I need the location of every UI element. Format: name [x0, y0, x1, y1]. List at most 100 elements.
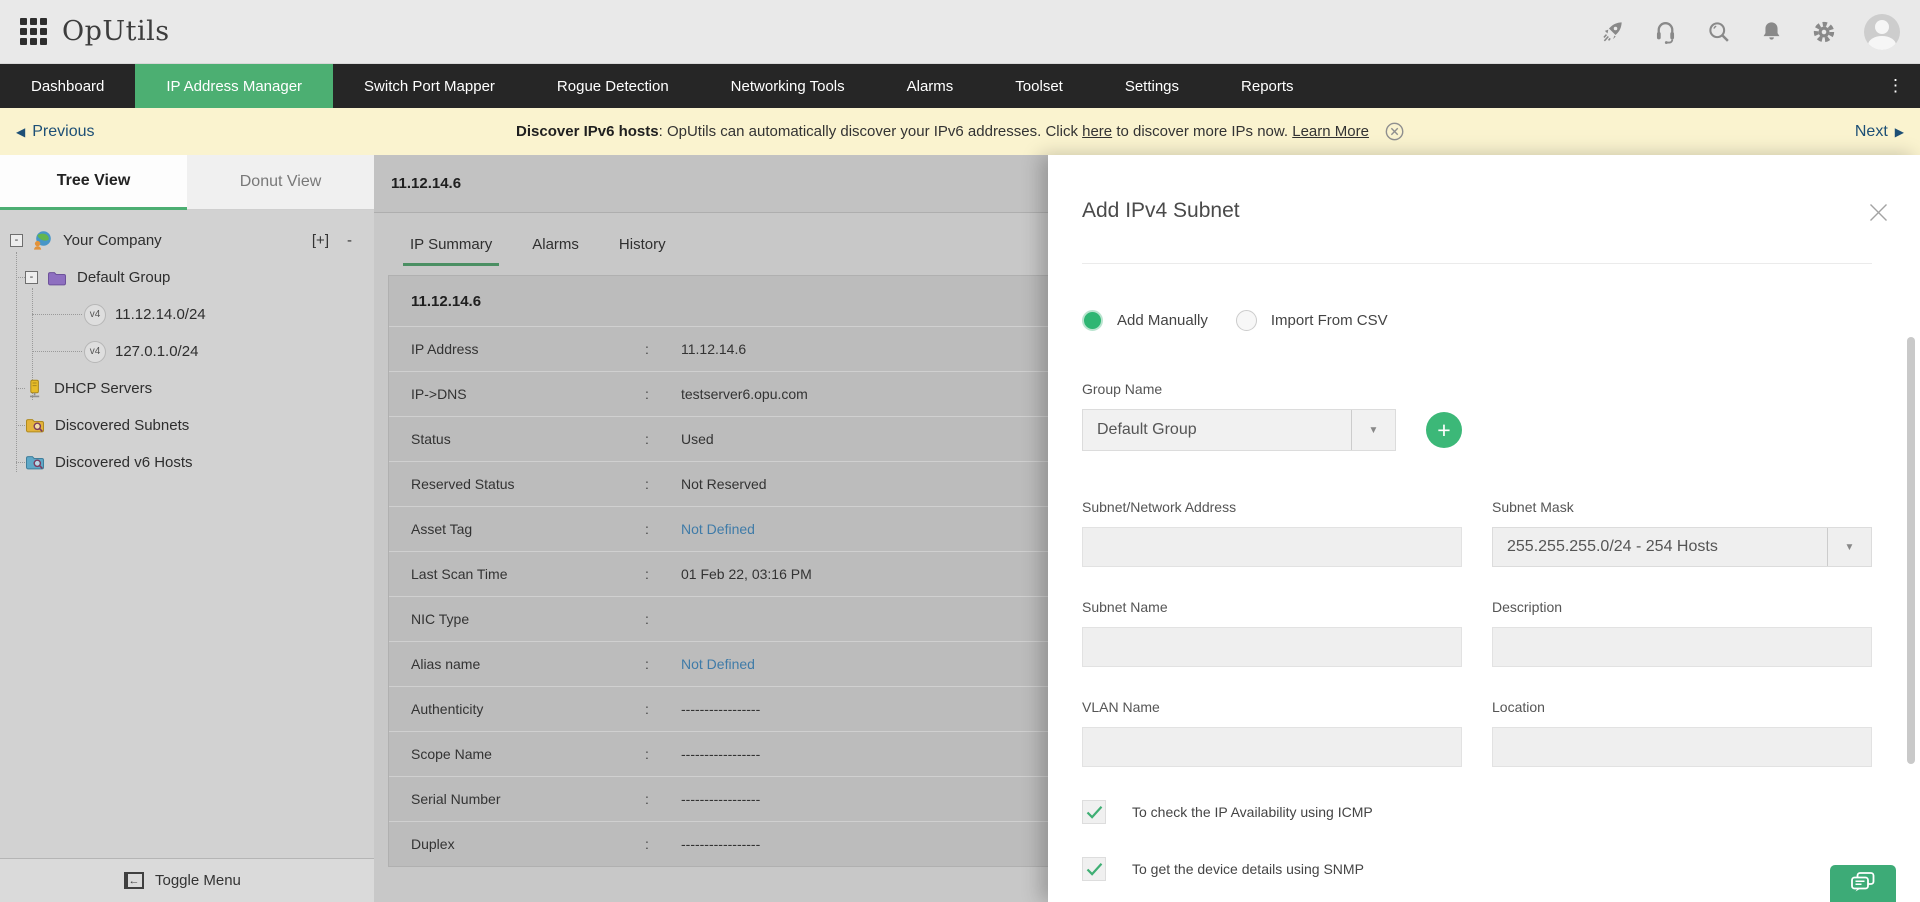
- next-button[interactable]: Next ▶: [1855, 108, 1904, 155]
- ipv6-discovery-banner: ◀ Previous Discover IPv6 hosts: OpUtils …: [0, 108, 1920, 155]
- tab-history[interactable]: History: [619, 213, 666, 275]
- checkbox-label[interactable]: To check the IP Availability using ICMP: [1132, 804, 1373, 820]
- group-name-row: Default Group ▼ +: [1082, 409, 1872, 451]
- field-label: Location: [1492, 699, 1872, 715]
- tree-item-label: 127.0.1.0/24: [115, 343, 198, 360]
- tree-item-discovered-v6-hosts[interactable]: Discovered v6 Hosts: [0, 444, 374, 481]
- tab-alarms[interactable]: Alarms: [532, 213, 579, 275]
- group-name-label: Group Name: [1082, 381, 1872, 397]
- collapse-all-control[interactable]: -: [347, 232, 352, 249]
- learn-more-link[interactable]: Learn More: [1292, 123, 1369, 140]
- nav-item-settings[interactable]: Settings: [1094, 64, 1210, 108]
- previous-arrow-icon: ◀: [16, 125, 25, 139]
- tree-item-label: Discovered v6 Hosts: [55, 454, 193, 471]
- colon-separator: [645, 341, 681, 357]
- summary-label: Last Scan Time: [389, 566, 645, 582]
- collapse-expander-icon[interactable]: -: [25, 271, 38, 284]
- group-name-value: Default Group: [1083, 421, 1351, 439]
- globe-icon: [32, 230, 53, 251]
- checkbox-label[interactable]: To get the device details using SNMP: [1132, 861, 1364, 877]
- nav-item-rogue-detection[interactable]: Rogue Detection: [526, 64, 700, 108]
- description-input[interactable]: [1492, 627, 1872, 667]
- tree-item-127-0-1-0-24[interactable]: v4 127.0.1.0/24: [0, 333, 374, 370]
- dialog-scrollbar-thumb[interactable]: [1907, 337, 1915, 764]
- radio-add-manually[interactable]: [1082, 310, 1103, 331]
- summary-label: Asset Tag: [389, 521, 645, 537]
- field-vlan-name: VLAN Name: [1082, 699, 1462, 767]
- nav-item-networking-tools[interactable]: Networking Tools: [700, 64, 876, 108]
- group-name-select[interactable]: Default Group ▼: [1082, 409, 1396, 451]
- location-input[interactable]: [1492, 727, 1872, 767]
- field-label: Description: [1492, 599, 1872, 615]
- expand-all-control[interactable]: [+]: [312, 232, 329, 249]
- bell-icon[interactable]: [1758, 19, 1784, 45]
- radio-add-manually-label[interactable]: Add Manually: [1117, 312, 1208, 329]
- summary-value[interactable]: Not Defined: [681, 521, 755, 537]
- field-description: Description: [1492, 599, 1872, 667]
- summary-value[interactable]: Not Defined: [681, 656, 755, 672]
- kebab-menu-icon[interactable]: ⋮: [1871, 64, 1920, 108]
- tree-item-your-company[interactable]: - Your Company [+] -: [0, 222, 374, 259]
- summary-label: Alias name: [389, 656, 645, 672]
- add-group-button[interactable]: +: [1426, 412, 1462, 448]
- user-avatar[interactable]: [1864, 14, 1900, 50]
- dialog-close-icon[interactable]: [1867, 201, 1890, 229]
- nav-item-ip-address-manager[interactable]: IP Address Manager: [135, 64, 333, 108]
- gear-icon[interactable]: [1811, 19, 1837, 45]
- sidebar: Tree View Donut View -Your Company[+]--D…: [0, 155, 374, 902]
- vlan-name-input[interactable]: [1082, 727, 1462, 767]
- collapse-expander-icon[interactable]: -: [10, 234, 23, 247]
- folder-search-yellow-icon: [25, 417, 45, 434]
- colon-separator: [645, 566, 681, 582]
- tree-item-default-group[interactable]: -Default Group: [0, 259, 374, 296]
- colon-separator: [645, 746, 681, 762]
- subnet-network-address-input[interactable]: [1082, 527, 1462, 567]
- summary-value: -----------------: [681, 746, 760, 762]
- subnet-mask-select[interactable]: 255.255.255.0/24 - 254 Hosts▼: [1492, 527, 1872, 567]
- sidebar-tabs: Tree View Donut View: [0, 155, 374, 210]
- summary-value: Not Reserved: [681, 476, 767, 492]
- summary-value: testserver6.opu.com: [681, 386, 808, 402]
- colon-separator: [645, 656, 681, 672]
- nav-item-dashboard[interactable]: Dashboard: [0, 64, 135, 108]
- nav-item-reports[interactable]: Reports: [1210, 64, 1325, 108]
- checkbox-snmp[interactable]: [1082, 857, 1106, 881]
- tab-tree-view[interactable]: Tree View: [0, 155, 187, 210]
- radio-import-from-csv[interactable]: [1236, 310, 1257, 331]
- banner-close-icon[interactable]: [1385, 122, 1404, 141]
- feedback-button[interactable]: [1830, 865, 1896, 902]
- search-icon[interactable]: [1705, 19, 1731, 45]
- nav-item-toolset[interactable]: Toolset: [984, 64, 1094, 108]
- summary-value: -----------------: [681, 836, 760, 852]
- field-subnet-name: Subnet Name: [1082, 599, 1462, 667]
- page: { "topbar": { "app_name": "OpUtils", "ic…: [0, 0, 1920, 902]
- here-link[interactable]: here: [1082, 123, 1112, 140]
- toggle-menu-icon: ←: [124, 872, 144, 889]
- subnet-name-input[interactable]: [1082, 627, 1462, 667]
- top-bar: OpUtils: [0, 0, 1920, 64]
- field-label: Subnet/Network Address: [1082, 499, 1462, 515]
- tree-item-dhcp-servers[interactable]: DHCP Servers: [0, 370, 374, 407]
- chevron-down-icon: ▼: [1351, 410, 1395, 450]
- nav-item-switch-port-mapper[interactable]: Switch Port Mapper: [333, 64, 526, 108]
- tree-item-11-12-14-0-24[interactable]: v411.12.14.0/24: [0, 296, 374, 333]
- tab-ip-summary[interactable]: IP Summary: [410, 213, 492, 275]
- tab-donut-view[interactable]: Donut View: [187, 155, 374, 210]
- summary-value: Used: [681, 431, 714, 447]
- previous-button[interactable]: ◀ Previous: [16, 108, 94, 155]
- scan-option-checkboxes: To check the IP Availability using ICMP T…: [1082, 800, 1872, 881]
- add-ipv4-subnet-dialog: Add IPv4 Subnet Add Manually Import From…: [1048, 155, 1920, 902]
- tree-item-label: Your Company: [63, 232, 162, 249]
- folder-purple-icon: [47, 270, 67, 286]
- nav-item-alarms[interactable]: Alarms: [876, 64, 985, 108]
- next-arrow-icon: ▶: [1895, 125, 1904, 139]
- headset-icon[interactable]: [1652, 19, 1678, 45]
- tree-item-discovered-subnets[interactable]: Discovered Subnets: [0, 407, 374, 444]
- checkbox-icmp[interactable]: [1082, 800, 1106, 824]
- rocket-icon[interactable]: [1599, 19, 1625, 45]
- toggle-menu-button[interactable]: ← Toggle Menu: [0, 858, 374, 902]
- radio-import-from-csv-label[interactable]: Import From CSV: [1271, 312, 1388, 329]
- apps-grid-icon[interactable]: [20, 18, 47, 45]
- field-label: Subnet Mask: [1492, 499, 1872, 515]
- ipv4-badge-icon: v4: [84, 341, 106, 363]
